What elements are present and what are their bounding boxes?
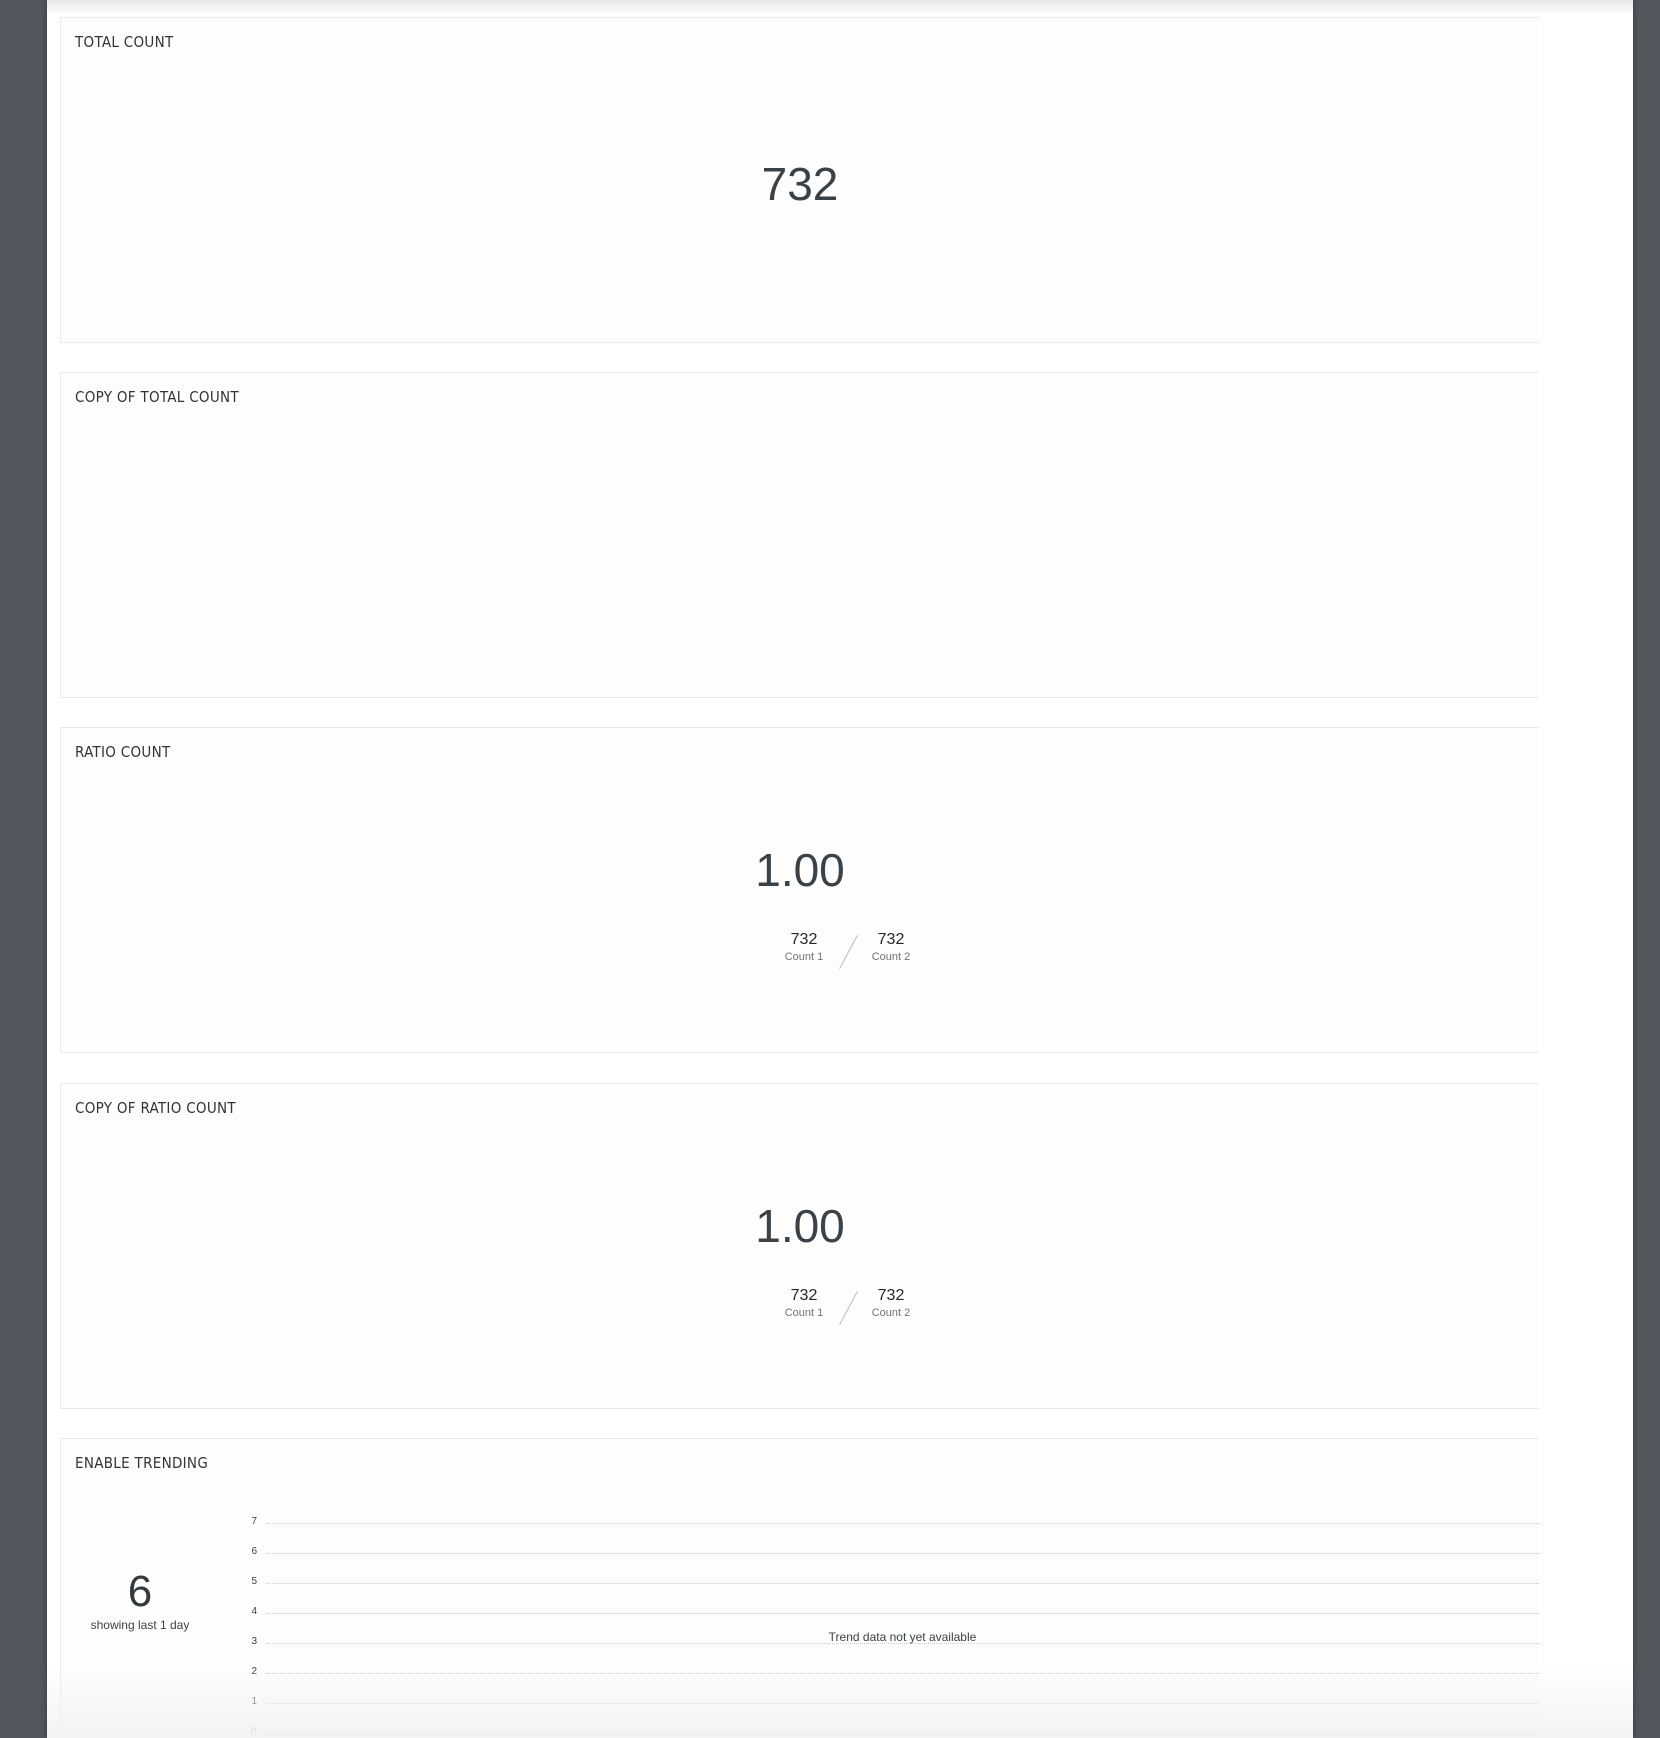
y-axis-tick: 5 xyxy=(251,1576,257,1587)
count-1-value: 732 xyxy=(790,931,818,948)
trend-current-value: 6 xyxy=(127,1567,153,1616)
ratio-part-count-2: 732 Count 2 xyxy=(861,1287,921,1319)
count-2-label: Count 2 xyxy=(871,1307,911,1319)
grid-line xyxy=(266,1583,1539,1584)
card-title: RATIO COUNT xyxy=(75,743,171,761)
grid-line xyxy=(266,1613,1539,1614)
count-1-value: 732 xyxy=(790,1287,818,1304)
ratio-breakdown: 732 Count 1 732 Count 2 xyxy=(61,1287,1539,1327)
count-1-label: Count 1 xyxy=(784,951,824,963)
y-axis-tick: 3 xyxy=(251,1636,257,1647)
count-2-label: Count 2 xyxy=(871,951,911,963)
trend-period-label: showing last 1 day xyxy=(90,1618,190,1632)
trend-empty-message: Trend data not yet available xyxy=(828,1630,977,1644)
ratio-breakdown: 732 Count 1 732 Count 2 xyxy=(61,931,1539,971)
ratio-part-count-1: 732 Count 1 xyxy=(774,931,834,963)
ratio-value: 1.00 xyxy=(755,844,845,896)
grid-line xyxy=(266,1553,1539,1554)
y-axis-tick: 6 xyxy=(251,1546,257,1557)
ratio-part-count-2: 732 Count 2 xyxy=(861,931,921,963)
count-2-value: 732 xyxy=(877,931,905,948)
ratio-divider xyxy=(839,1290,858,1326)
total-count-value: 732 xyxy=(761,158,839,210)
card-title: COPY OF TOTAL COUNT xyxy=(75,388,239,406)
y-axis-tick: 1 xyxy=(251,1696,257,1707)
grid-line xyxy=(266,1523,1539,1524)
ratio-divider xyxy=(839,934,858,970)
x-axis-baseline xyxy=(266,1733,1539,1735)
ratio-part-count-1: 732 Count 1 xyxy=(774,1287,834,1319)
count-2-value: 732 xyxy=(877,1287,905,1304)
y-axis-tick: 0 xyxy=(250,1725,257,1738)
ratio-value: 1.00 xyxy=(755,1200,845,1252)
grid-line xyxy=(266,1673,1539,1674)
card-title: ENABLE TRENDING xyxy=(75,1454,209,1472)
y-axis-tick: 4 xyxy=(251,1606,257,1617)
enable-trending-card: ENABLE TRENDING 6 showing last 1 day 7 6… xyxy=(60,1438,1539,1738)
y-axis-tick: 2 xyxy=(251,1666,257,1677)
count-1-label: Count 1 xyxy=(784,1307,824,1319)
total-count-card: TOTAL COUNT 732 xyxy=(60,17,1539,343)
dashboard-page: TOTAL COUNT 732 COPY OF TOTAL COUNT RATI… xyxy=(47,0,1633,1738)
copy-ratio-count-card: COPY OF RATIO COUNT 1.00 732 Count 1 732… xyxy=(60,1083,1539,1409)
card-title: TOTAL COUNT xyxy=(75,33,174,51)
ratio-count-card: RATIO COUNT 1.00 732 Count 1 732 Count 2 xyxy=(60,727,1539,1053)
y-axis-tick: 7 xyxy=(251,1516,257,1527)
copy-total-count-card: COPY OF TOTAL COUNT xyxy=(60,372,1539,698)
card-title: COPY OF RATIO COUNT xyxy=(75,1099,236,1117)
grid-line xyxy=(266,1703,1539,1704)
